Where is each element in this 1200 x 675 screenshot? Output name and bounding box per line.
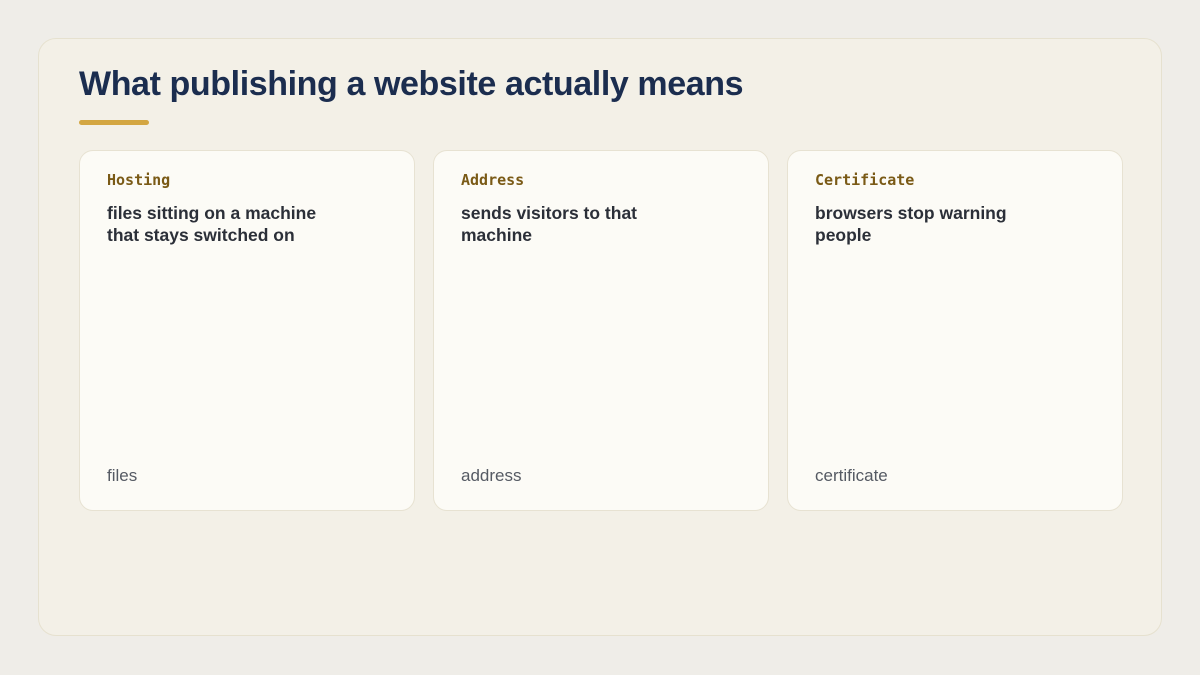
- card-label: Address: [461, 171, 525, 189]
- card-address: Address sends visitors to that machine a…: [433, 150, 769, 511]
- slide-title: What publishing a website actually means: [79, 65, 744, 103]
- card-footer: certificate: [815, 466, 888, 485]
- card-row: Hosting files sitting on a machine that …: [79, 150, 1123, 511]
- card-description: files sitting on a machine that stays sw…: [107, 203, 317, 245]
- title-accent-underline: [79, 120, 149, 125]
- card-description: sends visitors to that machine: [461, 203, 638, 245]
- card-label: Certificate: [815, 171, 915, 189]
- card-footer: address: [461, 466, 522, 485]
- card-hosting: Hosting files sitting on a machine that …: [79, 150, 415, 511]
- card-label: Hosting: [107, 171, 171, 189]
- card-description: browsers stop warning people: [815, 203, 1007, 245]
- slide-panel: What publishing a website actually means…: [38, 38, 1162, 636]
- card-footer: files: [107, 466, 138, 485]
- card-certificate: Certificate browsers stop warning people…: [787, 150, 1123, 511]
